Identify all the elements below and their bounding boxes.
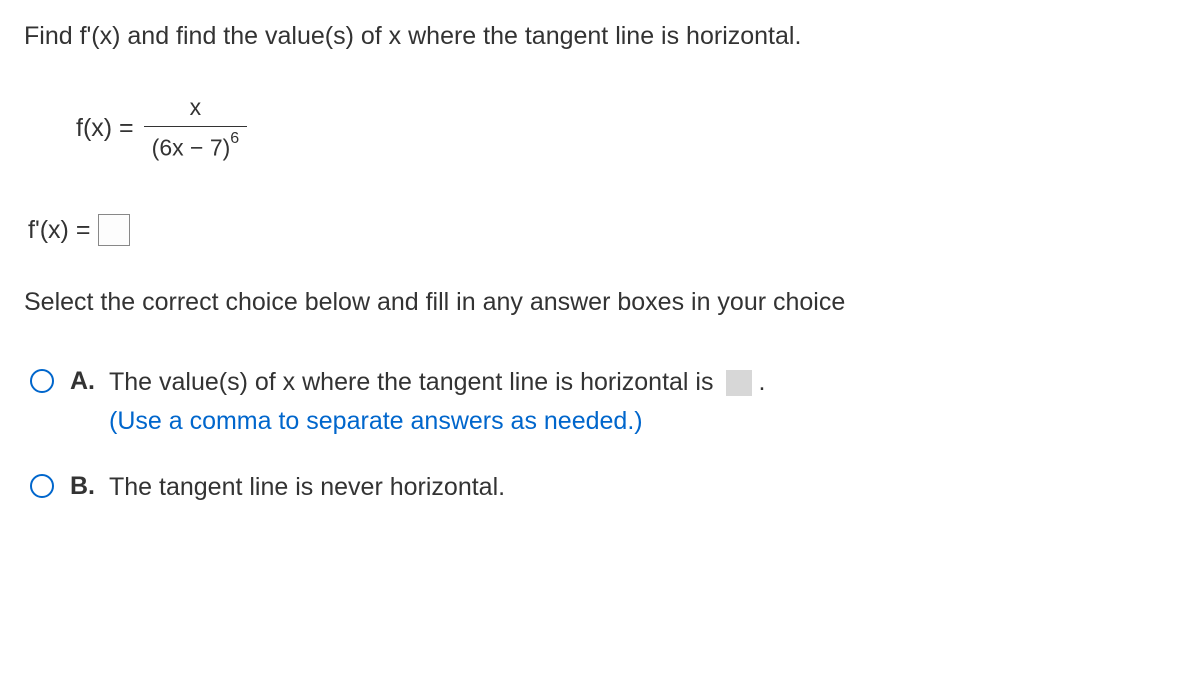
choice-a-hint: (Use a comma to separate answers as need… [109, 402, 1176, 441]
fraction: x (6x − 7)6 [144, 91, 248, 166]
question-prompt: Find f'(x) and find the value(s) of x wh… [24, 20, 1176, 53]
selection-instruction: Select the correct choice below and fill… [24, 286, 1176, 319]
function-definition: f(x) = x (6x − 7)6 [76, 91, 1176, 166]
choice-a-letter: A. [70, 363, 95, 398]
derivative-label: f'(x) = [28, 214, 90, 247]
denominator: (6x − 7)6 [144, 127, 248, 166]
denominator-base: (6x − 7) [152, 135, 231, 161]
choice-a-radio[interactable] [30, 369, 54, 393]
denominator-exponent: 6 [230, 130, 239, 147]
numerator: x [178, 91, 214, 127]
choice-a-body: The value(s) of x where the tangent line… [109, 363, 1176, 441]
choice-a-answer-input[interactable] [726, 370, 752, 396]
choice-a-text-after: . [758, 368, 765, 396]
choice-b-row: B. The tangent line is never horizontal. [30, 468, 1176, 507]
derivative-answer-input[interactable] [98, 214, 130, 246]
derivative-row: f'(x) = [28, 214, 1176, 247]
function-label: f(x) = [76, 112, 134, 145]
choice-b-body: The tangent line is never horizontal. [109, 468, 1176, 507]
choice-a-text-before: The value(s) of x where the tangent line… [109, 368, 713, 396]
choice-b-text: The tangent line is never horizontal. [109, 468, 1176, 507]
choice-b-letter: B. [70, 468, 95, 503]
choice-a-row: A. The value(s) of x where the tangent l… [30, 363, 1176, 441]
choice-b-radio[interactable] [30, 474, 54, 498]
